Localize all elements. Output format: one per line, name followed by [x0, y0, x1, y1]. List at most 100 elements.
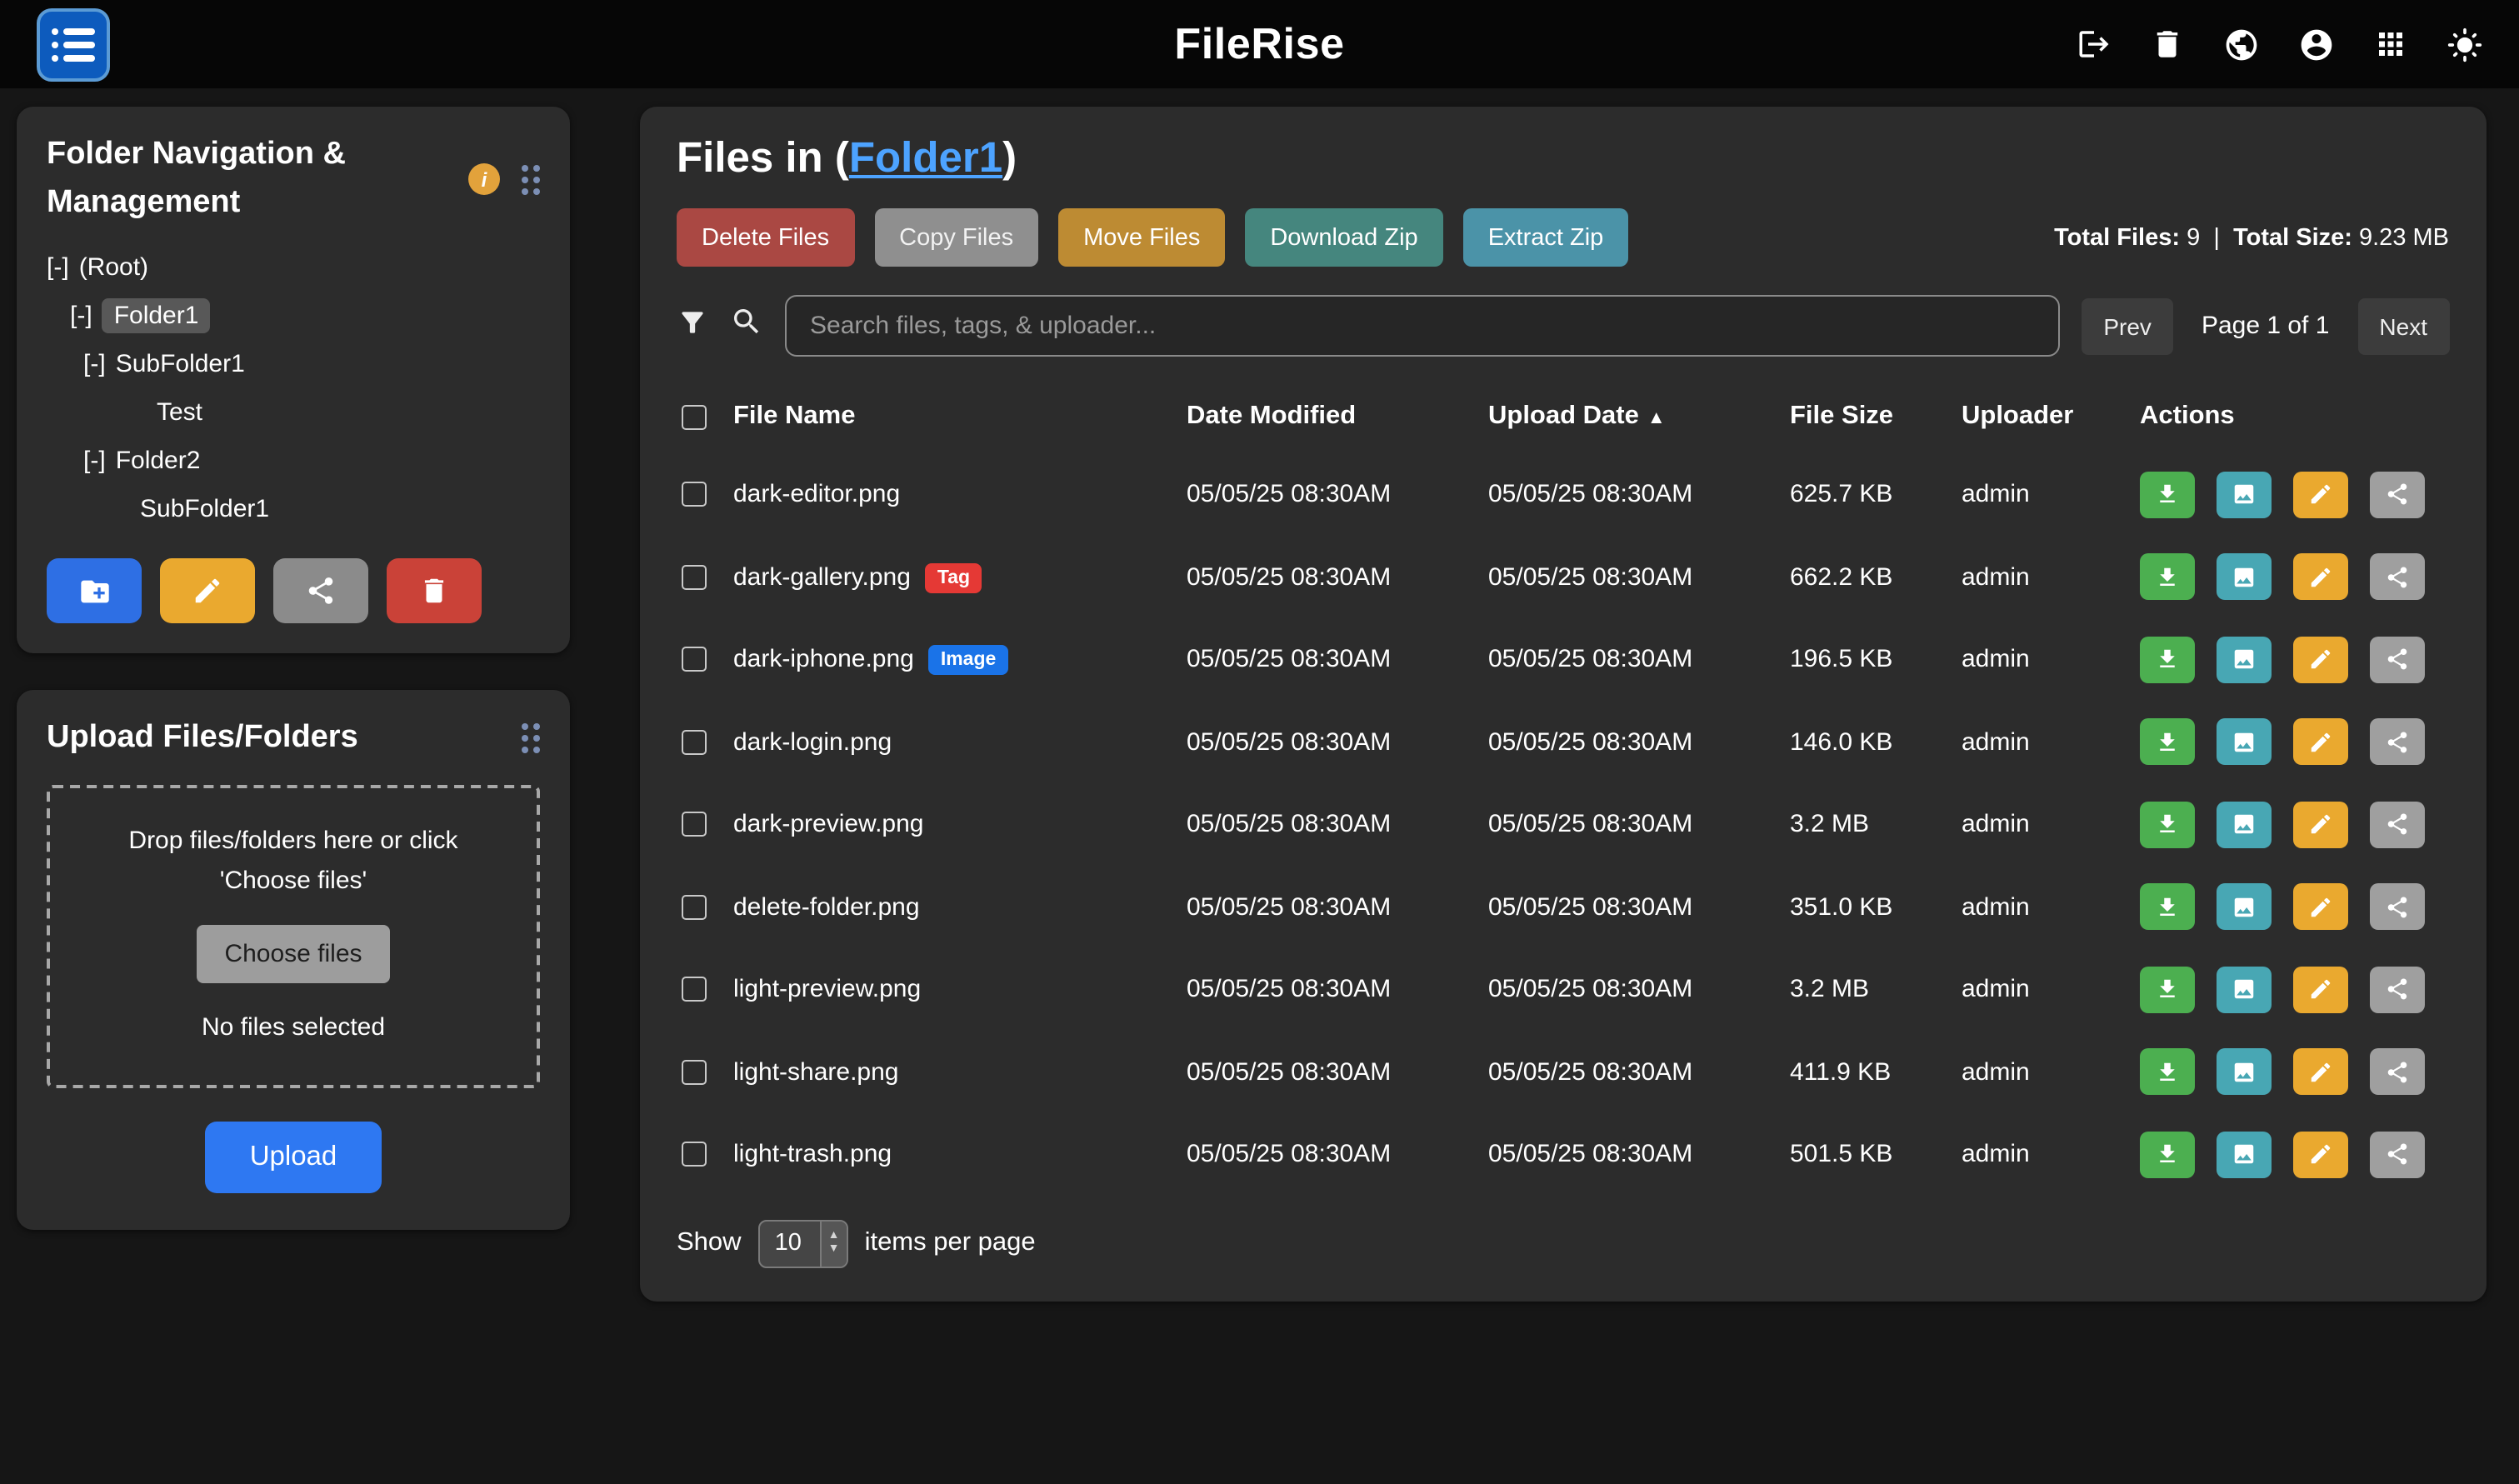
items-per-page-stepper[interactable]: 10 ▲▼: [758, 1219, 848, 1267]
drag-handle-icon[interactable]: [522, 164, 540, 194]
apps-grid-icon[interactable]: [2372, 27, 2407, 62]
upload-button[interactable]: Upload: [205, 1121, 382, 1192]
tree-label[interactable]: Test: [157, 398, 202, 427]
search-input[interactable]: [785, 295, 2060, 357]
row-checkbox[interactable]: [682, 812, 707, 837]
column-date-modified[interactable]: Date Modified: [1187, 402, 1488, 432]
download-button[interactable]: [2140, 637, 2195, 683]
current-folder-link[interactable]: Folder1: [849, 135, 1002, 182]
move-files-button[interactable]: Move Files: [1058, 208, 1225, 267]
tree-item[interactable]: SubFolder1: [47, 485, 540, 533]
copy-files-button[interactable]: Copy Files: [874, 208, 1038, 267]
column-file-name[interactable]: File Name: [733, 402, 1187, 432]
download-button[interactable]: [2140, 719, 2195, 766]
share-button[interactable]: [2370, 1049, 2425, 1096]
file-name[interactable]: dark-gallery.png: [733, 563, 911, 592]
create-folder-button[interactable]: [47, 558, 142, 623]
tree-item[interactable]: Test: [47, 388, 540, 437]
dropzone[interactable]: Drop files/folders here or click 'Choose…: [47, 784, 540, 1087]
tree-label[interactable]: (Root): [79, 253, 148, 282]
info-icon[interactable]: i: [468, 163, 500, 195]
choose-files-button[interactable]: Choose files: [196, 924, 390, 982]
share-button[interactable]: [2370, 884, 2425, 931]
preview-button[interactable]: [2217, 967, 2272, 1013]
preview-button[interactable]: [2217, 554, 2272, 601]
share-button[interactable]: [2370, 554, 2425, 601]
row-checkbox[interactable]: [682, 647, 707, 672]
download-button[interactable]: [2140, 1049, 2195, 1096]
share-button[interactable]: [2370, 967, 2425, 1013]
download-button[interactable]: [2140, 1132, 2195, 1178]
preview-button[interactable]: [2217, 1049, 2272, 1096]
file-name[interactable]: delete-folder.png: [733, 893, 920, 922]
tree-label[interactable]: Folder1: [102, 298, 211, 333]
file-name[interactable]: dark-editor.png: [733, 481, 900, 509]
tree-toggle[interactable]: [-]: [47, 253, 69, 282]
share-folder-button[interactable]: [273, 558, 368, 623]
column-upload-date[interactable]: Upload Date▲: [1488, 402, 1790, 432]
row-checkbox[interactable]: [682, 730, 707, 755]
edit-button[interactable]: [2293, 554, 2348, 601]
drag-handle-icon[interactable]: [522, 724, 540, 754]
file-name[interactable]: light-preview.png: [733, 976, 921, 1004]
select-all-checkbox[interactable]: [682, 404, 707, 429]
edit-button[interactable]: [2293, 967, 2348, 1013]
tree-item[interactable]: [-] Folder1: [47, 292, 540, 340]
tree-label[interactable]: Folder2: [116, 447, 201, 475]
row-checkbox[interactable]: [682, 565, 707, 590]
edit-button[interactable]: [2293, 1049, 2348, 1096]
download-button[interactable]: [2140, 554, 2195, 601]
tree-toggle[interactable]: [-]: [83, 447, 106, 475]
column-file-size[interactable]: File Size: [1790, 402, 1962, 432]
share-button[interactable]: [2370, 472, 2425, 518]
column-uploader[interactable]: Uploader: [1962, 402, 2140, 432]
file-name[interactable]: dark-preview.png: [733, 811, 923, 839]
app-logo[interactable]: [37, 7, 110, 81]
download-button[interactable]: [2140, 967, 2195, 1013]
user-icon[interactable]: [2297, 26, 2334, 62]
tree-item[interactable]: [-] Folder2: [47, 437, 540, 485]
preview-button[interactable]: [2217, 884, 2272, 931]
preview-button[interactable]: [2217, 1132, 2272, 1178]
share-button[interactable]: [2370, 1132, 2425, 1178]
sun-icon[interactable]: [2446, 26, 2482, 62]
download-button[interactable]: [2140, 472, 2195, 518]
file-name[interactable]: light-trash.png: [733, 1141, 892, 1169]
row-checkbox[interactable]: [682, 1060, 707, 1085]
delete-folder-button[interactable]: [387, 558, 482, 623]
delete-files-button[interactable]: Delete Files: [677, 208, 854, 267]
rename-folder-button[interactable]: [160, 558, 255, 623]
preview-button[interactable]: [2217, 719, 2272, 766]
file-name[interactable]: dark-iphone.png: [733, 646, 914, 674]
prev-page-button[interactable]: Prev: [2082, 297, 2173, 354]
preview-button[interactable]: [2217, 637, 2272, 683]
tree-item[interactable]: [-] (Root): [47, 243, 540, 292]
next-page-button[interactable]: Next: [2357, 297, 2449, 354]
file-name[interactable]: dark-login.png: [733, 728, 892, 757]
download-zip-button[interactable]: Download Zip: [1245, 208, 1442, 267]
tree-label[interactable]: SubFolder1: [116, 350, 245, 378]
edit-button[interactable]: [2293, 472, 2348, 518]
trash-icon[interactable]: [2149, 27, 2184, 62]
row-checkbox[interactable]: [682, 977, 707, 1002]
share-button[interactable]: [2370, 802, 2425, 848]
extract-zip-button[interactable]: Extract Zip: [1463, 208, 1629, 267]
stepper-arrows-icon[interactable]: ▲▼: [820, 1221, 847, 1266]
edit-button[interactable]: [2293, 719, 2348, 766]
row-checkbox[interactable]: [682, 895, 707, 920]
globe-icon[interactable]: [2222, 26, 2259, 62]
file-name[interactable]: light-share.png: [733, 1058, 898, 1087]
tree-label[interactable]: SubFolder1: [140, 495, 269, 523]
tree-item[interactable]: [-]SubFolder1: [47, 340, 540, 388]
edit-button[interactable]: [2293, 1132, 2348, 1178]
preview-button[interactable]: [2217, 802, 2272, 848]
share-button[interactable]: [2370, 719, 2425, 766]
tree-toggle[interactable]: [-]: [70, 302, 92, 330]
edit-button[interactable]: [2293, 637, 2348, 683]
share-button[interactable]: [2370, 637, 2425, 683]
edit-button[interactable]: [2293, 802, 2348, 848]
search-icon[interactable]: [730, 305, 763, 347]
edit-button[interactable]: [2293, 884, 2348, 931]
logout-icon[interactable]: [2076, 27, 2111, 62]
download-button[interactable]: [2140, 884, 2195, 931]
